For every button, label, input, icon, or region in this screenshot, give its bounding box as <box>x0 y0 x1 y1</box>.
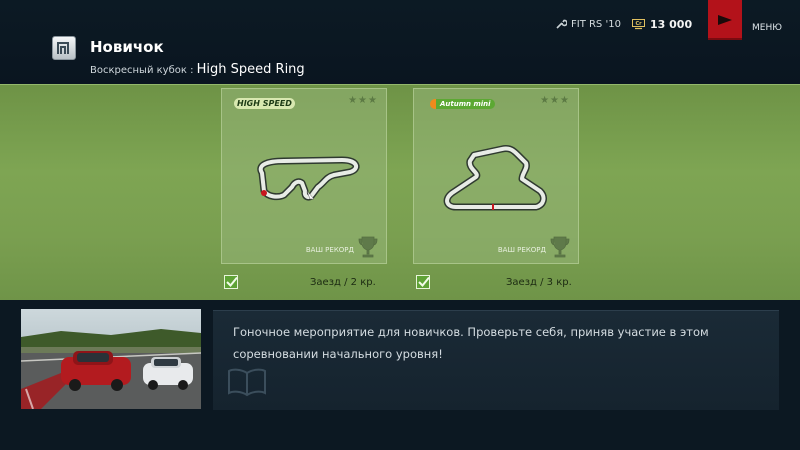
event-preview-image <box>21 309 201 409</box>
current-car: FIT RS '10 <box>555 18 621 30</box>
credits-icon: Cr <box>632 19 645 30</box>
checkbox-icon <box>418 276 430 287</box>
mode-icon <box>52 36 76 60</box>
menu-arrow-icon <box>718 15 732 25</box>
menu-button[interactable] <box>708 0 742 40</box>
track-name: High Speed Ring <box>196 62 305 77</box>
cup-name: Воскресный кубок : <box>90 65 197 76</box>
credits-amount: 13 000 <box>650 18 693 31</box>
track-logo: Autumn mini <box>430 99 495 109</box>
car-name: FIT RS '10 <box>571 18 621 30</box>
track-map <box>443 145 547 211</box>
race-2-completed-checkbox <box>416 275 430 289</box>
difficulty-stars: ★★★ <box>540 95 570 106</box>
your-record-label: ВАШ РЕКОРД <box>497 246 546 254</box>
event-description: Гоночное мероприятие для новичков. Прове… <box>233 325 709 361</box>
race-card-high-speed-ring[interactable]: HIGH SPEED ★★★ ВАШ РЕКОРД <box>221 88 387 264</box>
race-1-info: Заезд / 2 кр. <box>310 277 376 288</box>
svg-text:Cr: Cr <box>636 21 643 27</box>
race-1-completed-checkbox <box>224 275 238 289</box>
trophy-icon <box>550 236 570 258</box>
wrench-icon <box>556 19 567 29</box>
menu-label[interactable]: МЕНЮ <box>752 23 782 33</box>
book-icon[interactable] <box>227 367 267 397</box>
description-panel: Гоночное мероприятие для новичков. Прове… <box>213 310 779 410</box>
track-map <box>257 156 360 201</box>
race-2-info: Заезд / 3 кр. <box>506 277 572 288</box>
difficulty-stars: ★★★ <box>348 95 378 106</box>
race-card-autumn-ring-mini[interactable]: Autumn mini ★★★ ВАШ РЕКОРД <box>413 88 579 264</box>
trophy-icon <box>358 236 378 258</box>
your-record-label: ВАШ РЕКОРД <box>305 246 354 254</box>
race-selection-band <box>0 84 800 301</box>
event-subtitle: Воскресный кубок : High Speed Ring <box>90 62 305 77</box>
event-title: Новичок <box>90 38 164 56</box>
checkbox-icon <box>226 276 238 287</box>
track-logo: HIGH SPEED <box>234 98 295 109</box>
credits-display: Cr 13 000 <box>632 18 692 31</box>
